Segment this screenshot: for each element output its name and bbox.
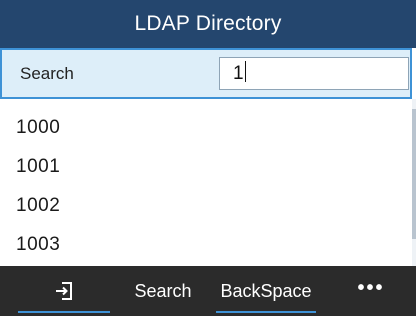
result-label: 1003 — [16, 233, 61, 255]
softkey-backspace-label: BackSpace — [220, 280, 312, 301]
softkey-exit[interactable] — [18, 266, 110, 316]
softkey-backspace[interactable]: BackSpace — [212, 266, 320, 316]
page-title: LDAP Directory — [134, 12, 282, 35]
title-bar: LDAP Directory — [0, 0, 416, 48]
search-input-value: 1 — [233, 63, 244, 84]
scrollbar-thumb[interactable] — [412, 109, 416, 239]
scrollbar[interactable] — [412, 99, 416, 266]
softkey-search[interactable]: Search — [122, 266, 204, 316]
result-label: 1000 — [16, 116, 61, 138]
result-row[interactable]: 1003 — [0, 225, 412, 264]
result-row[interactable]: 1000 — [0, 108, 412, 147]
softkey-backspace-underline — [216, 311, 316, 313]
result-label: 1002 — [16, 194, 61, 216]
text-caret — [244, 61, 246, 82]
more-icon: ••• — [357, 276, 385, 299]
softkey-exit-underline — [18, 311, 110, 313]
softkey-bar: Search BackSpace ••• — [0, 266, 416, 316]
result-label: 1001 — [16, 155, 61, 177]
exit-icon — [55, 281, 73, 301]
results-list: 1000 1001 1002 1003 — [0, 108, 412, 266]
search-row[interactable]: Search 1 — [0, 48, 412, 99]
softkey-more[interactable]: ••• — [330, 266, 412, 316]
search-label: Search — [20, 64, 74, 83]
softkey-search-label: Search — [134, 280, 192, 301]
result-row[interactable]: 1002 — [0, 186, 412, 225]
search-input[interactable]: 1 — [219, 57, 409, 90]
result-row[interactable]: 1001 — [0, 147, 412, 186]
